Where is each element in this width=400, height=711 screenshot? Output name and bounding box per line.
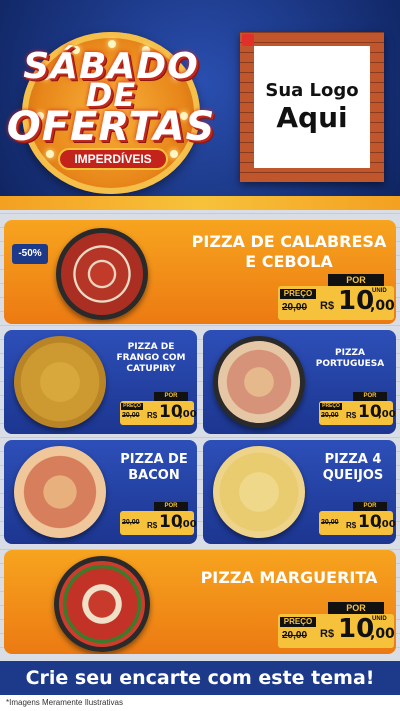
old-price: 20,00 [122, 412, 140, 419]
product-name-line1: PIZZA DE [127, 342, 175, 352]
product-name: PIZZA PORTUGUESA [307, 348, 393, 370]
unid-label: UNID [372, 288, 387, 294]
price-main: 20,00 R$ 10 ,00 [319, 511, 396, 535]
price-dec: ,00 [179, 409, 197, 420]
disclaimer-text: *Imagens Meramente Ilustrativas [0, 695, 400, 711]
pizza-portuguesa-icon [213, 336, 305, 428]
bulb-icon [46, 150, 54, 158]
pizza-marguerita-icon [54, 556, 150, 652]
product-name: PIZZA DE CALABRESA E CEBOLA [184, 232, 394, 272]
pin-icon [242, 34, 254, 46]
currency: R$ [346, 521, 357, 530]
currency: R$ [346, 411, 357, 420]
currency: R$ [147, 521, 158, 530]
old-price: 20,00 [282, 630, 308, 641]
preco-label: PREÇO [280, 617, 316, 627]
product-name-line1: PIZZA 4 [324, 452, 382, 467]
price-tag: POR 20,00 R$ 10 ,00 [319, 502, 396, 538]
por-label: POR [328, 274, 384, 286]
old-price: 20,00 [282, 302, 308, 313]
subtitle-pill: IMPERDÍVEIS [58, 148, 168, 170]
product-card-queijos: PIZZA 4 QUEIJOS POR 20,00 R$ 10 ,00 [203, 440, 396, 544]
price-dec: ,00 [370, 298, 395, 314]
old-price: 20,00 [321, 412, 339, 419]
price-main: PREÇO 20,00 R$ 10 ,00 UNID [278, 286, 395, 320]
product-name-line1: PIZZA DE [120, 452, 188, 467]
product-card-bacon: PIZZA DE BACON POR 20,00 R$ 10 ,00 [4, 440, 197, 544]
pizza-calabresa-icon [56, 228, 148, 320]
currency: R$ [320, 628, 335, 640]
product-name: PIZZA DE FRANGO COM CATUPIRY [108, 342, 194, 375]
price-dec: ,00 [370, 626, 395, 642]
price-main: PREÇO 20,00 R$ 10 ,00 [319, 401, 396, 425]
title-line-3: OFERTAS [6, 104, 216, 150]
logo-text-line1: Sua Logo [265, 80, 359, 101]
price-dec: ,00 [378, 519, 396, 530]
price-tag: POR PREÇO 20,00 R$ 10 ,00 UNID [278, 602, 395, 648]
pizza-queijos-icon [213, 446, 305, 538]
product-name: PIZZA DE BACON [114, 452, 194, 484]
logo-card: Sua Logo Aqui [254, 46, 370, 168]
product-name: PIZZA MARGUERITA [184, 568, 394, 588]
currency: R$ [320, 300, 335, 312]
preco-label: PREÇO [280, 289, 316, 299]
por-label: POR [353, 502, 387, 511]
discount-badge: -50% [12, 244, 48, 264]
product-name-line3: CATUPIRY [126, 364, 176, 374]
old-price: 20,00 [321, 519, 339, 526]
product-name-line2: PORTUGUESA [315, 359, 385, 369]
price-dec: ,00 [179, 519, 197, 530]
product-name-line1: PIZZA DE CALABRESA [191, 232, 387, 251]
unid-label: UNID [372, 616, 387, 622]
por-label: POR [154, 392, 188, 401]
price-main: 20,00 R$ 10 ,00 [120, 511, 197, 535]
por-label: POR [154, 502, 188, 511]
old-price: 20,00 [122, 519, 140, 526]
product-name-line2: E CEBOLA [245, 252, 333, 271]
cta-banner: Crie seu encarte com este tema! [0, 661, 400, 695]
product-name-line2: FRANGO COM [116, 353, 186, 363]
price-tag: POR 20,00 R$ 10 ,00 [120, 502, 197, 538]
header-banner: SÁBADO DE OFERTAS IMPERDÍVEIS Sua Logo A… [0, 0, 400, 210]
product-card-calabresa: -50% PIZZA DE CALABRESA E CEBOLA POR PRE… [4, 220, 396, 324]
price-tag: POR PREÇO 20,00 R$ 10 ,00 UNID [278, 274, 395, 320]
product-name-line1: PIZZA MARGUERITA [200, 568, 378, 587]
price-tag: POR PREÇO 20,00 R$ 10 ,00 [319, 392, 396, 428]
logo-text-line2: Aqui [276, 101, 348, 134]
product-name: PIZZA 4 QUEIJOS [313, 452, 393, 484]
price-main: PREÇO 20,00 R$ 10 ,00 [120, 401, 197, 425]
por-label: POR [353, 392, 387, 401]
product-name-line2: QUEIJOS [322, 468, 384, 483]
bulb-icon [170, 150, 178, 158]
price-main: PREÇO 20,00 R$ 10 ,00 UNID [278, 614, 395, 648]
pizza-frango-icon [14, 336, 106, 428]
price-int: 10 [338, 286, 375, 316]
product-name-line2: BACON [128, 468, 180, 483]
price-dec: ,00 [378, 409, 396, 420]
pizza-bacon-icon [14, 446, 106, 538]
por-label: POR [328, 602, 384, 614]
product-card-portuguesa: PIZZA PORTUGUESA POR PREÇO 20,00 R$ 10 ,… [203, 330, 396, 434]
preco-label: PREÇO [121, 403, 143, 410]
product-name-line1: PIZZA [335, 348, 365, 358]
price-int: 10 [338, 614, 375, 644]
logo-placeholder: Sua Logo Aqui [240, 32, 384, 182]
product-card-marguerita: PIZZA MARGUERITA POR PREÇO 20,00 R$ 10 ,… [4, 550, 396, 654]
product-card-frango: PIZZA DE FRANGO COM CATUPIRY POR PREÇO 2… [4, 330, 197, 434]
price-tag: POR PREÇO 20,00 R$ 10 ,00 [120, 392, 197, 428]
preco-label: PREÇO [320, 403, 342, 410]
currency: R$ [147, 411, 158, 420]
